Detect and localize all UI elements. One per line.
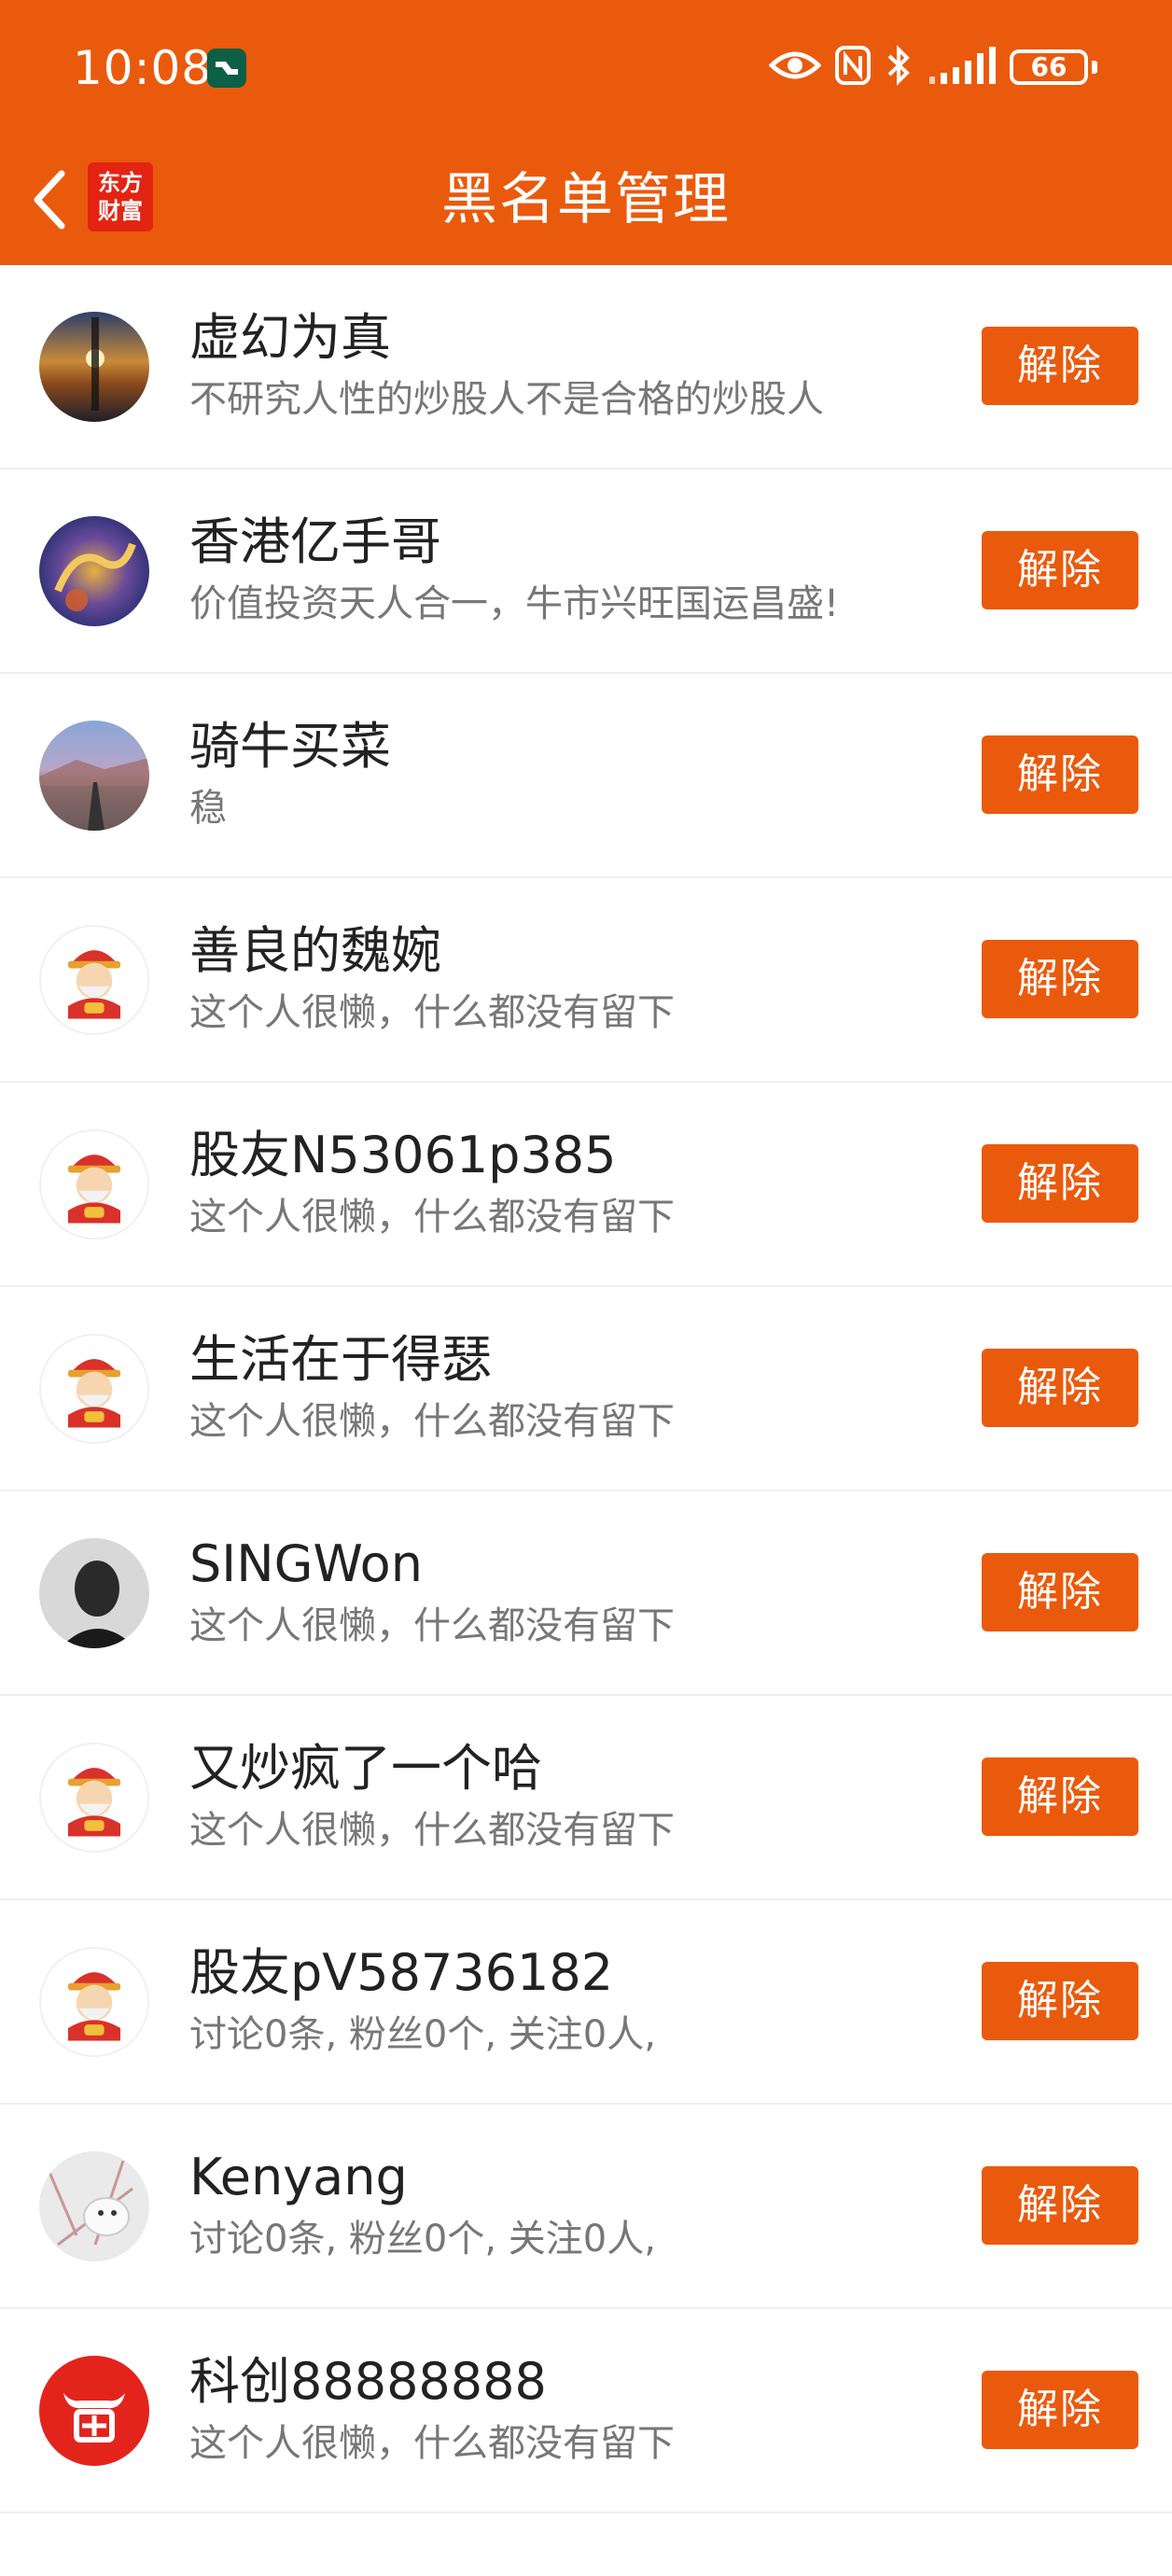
user-bio: 稳 <box>189 787 227 830</box>
battery-icon: 66 <box>1010 49 1088 85</box>
unblock-button[interactable]: 解除 <box>982 1757 1138 1836</box>
unblock-button[interactable]: 解除 <box>982 327 1138 405</box>
user-name[interactable]: 骑牛买菜 <box>189 713 391 780</box>
user-name[interactable]: 股友N53061p385 <box>189 1122 617 1189</box>
list-item: 善良的魏婉 这个人很懒，什么都没有留下 解除 <box>0 878 1172 1083</box>
user-name[interactable]: SINGWon <box>189 1531 423 1598</box>
user-avatar[interactable] <box>39 1947 149 2057</box>
user-name[interactable]: 善良的魏婉 <box>189 917 441 985</box>
list-item: 生活在于得瑟 这个人很懒，什么都没有留下 解除 <box>0 1287 1172 1491</box>
unblock-button[interactable]: 解除 <box>982 940 1138 1018</box>
user-avatar[interactable] <box>39 516 149 626</box>
list-item: 虚幻为真 不研究人性的炒股人不是合格的炒股人 解除 <box>0 265 1172 469</box>
user-avatar[interactable] <box>39 721 149 831</box>
battery-level: 66 <box>1030 51 1067 82</box>
user-avatar[interactable] <box>39 1743 149 1853</box>
user-avatar[interactable] <box>39 1334 149 1444</box>
user-bio: 讨论0条, 粉丝0个, 关注0人, <box>189 2013 656 2056</box>
list-item: 骑牛买菜 稳 解除 <box>0 674 1172 878</box>
status-time: 10:08 <box>73 41 213 95</box>
list-item: 股友N53061p385 这个人很懒，什么都没有留下 解除 <box>0 1083 1172 1287</box>
user-bio: 不研究人性的炒股人不是合格的炒股人 <box>189 378 824 421</box>
user-bio: 这个人很懒，什么都没有留下 <box>189 1809 675 1852</box>
list-item: Kenyang 讨论0条, 粉丝0个, 关注0人, 解除 <box>0 2105 1172 2309</box>
battery-tip <box>1092 61 1097 74</box>
user-name[interactable]: 科创88888888 <box>189 2348 547 2415</box>
user-bio: 这个人很懒，什么都没有留下 <box>189 991 675 1034</box>
user-name[interactable]: Kenyang <box>189 2144 408 2211</box>
user-bio: 这个人很懒，什么都没有留下 <box>189 1604 675 1647</box>
user-name[interactable]: 生活在于得瑟 <box>189 1326 492 1393</box>
user-bio: 价值投资天人合一，牛市兴旺国运昌盛! <box>189 582 840 625</box>
unblock-button[interactable]: 解除 <box>982 2371 1138 2449</box>
unblock-button[interactable]: 解除 <box>982 1349 1138 1427</box>
user-avatar[interactable] <box>39 2356 149 2466</box>
list-item: SINGWon 这个人很懒，什么都没有留下 解除 <box>0 1491 1172 1696</box>
unblock-button[interactable]: 解除 <box>982 735 1138 814</box>
bluetooth-icon <box>885 44 913 91</box>
unblock-button[interactable]: 解除 <box>982 1144 1138 1223</box>
page-title: 黑名单管理 <box>441 167 731 232</box>
unblock-button[interactable]: 解除 <box>982 1962 1138 2040</box>
user-avatar[interactable] <box>39 925 149 1035</box>
list-item: 股友pV58736182 讨论0条, 粉丝0个, 关注0人, 解除 <box>0 1900 1172 2105</box>
app-header: 10:08 66 东方 财富 黑名单管理 <box>0 0 1172 265</box>
user-name[interactable]: 虚幻为真 <box>189 304 391 371</box>
unblock-button[interactable]: 解除 <box>982 531 1138 609</box>
unblock-button[interactable]: 解除 <box>982 2166 1138 2245</box>
user-bio: 这个人很懒，什么都没有留下 <box>189 1196 675 1239</box>
user-bio: 这个人很懒，什么都没有留下 <box>189 1400 675 1443</box>
nav-bar: 东方 财富 黑名单管理 <box>0 134 1172 265</box>
nfc-icon <box>834 45 872 90</box>
user-avatar[interactable] <box>39 312 149 422</box>
app-notification-icon <box>207 49 246 88</box>
user-avatar[interactable] <box>39 1129 149 1239</box>
unblock-button[interactable]: 解除 <box>982 1553 1138 1631</box>
blocklist: 虚幻为真 不研究人性的炒股人不是合格的炒股人 解除 香港亿手哥 价值投资天人合一… <box>0 265 1172 2513</box>
user-bio: 这个人很懒，什么都没有留下 <box>189 2422 675 2465</box>
user-name[interactable]: 股友pV58736182 <box>189 1939 613 2007</box>
signal-icon <box>926 45 997 90</box>
status-icons: 66 <box>768 43 1097 91</box>
list-item: 科创88888888 这个人很懒，什么都没有留下 解除 <box>0 2309 1172 2513</box>
list-item: 又炒疯了一个哈 这个人很懒，什么都没有留下 解除 <box>0 1696 1172 1900</box>
user-name[interactable]: 又炒疯了一个哈 <box>189 1735 542 1802</box>
user-avatar[interactable] <box>39 1538 149 1648</box>
eye-icon <box>768 47 822 88</box>
user-avatar[interactable] <box>39 2151 149 2261</box>
user-bio: 讨论0条, 粉丝0个, 关注0人, <box>189 2218 656 2261</box>
status-bar: 10:08 66 <box>0 0 1172 134</box>
user-name[interactable]: 香港亿手哥 <box>189 509 441 576</box>
list-item: 香港亿手哥 价值投资天人合一，牛市兴旺国运昌盛! 解除 <box>0 469 1172 674</box>
